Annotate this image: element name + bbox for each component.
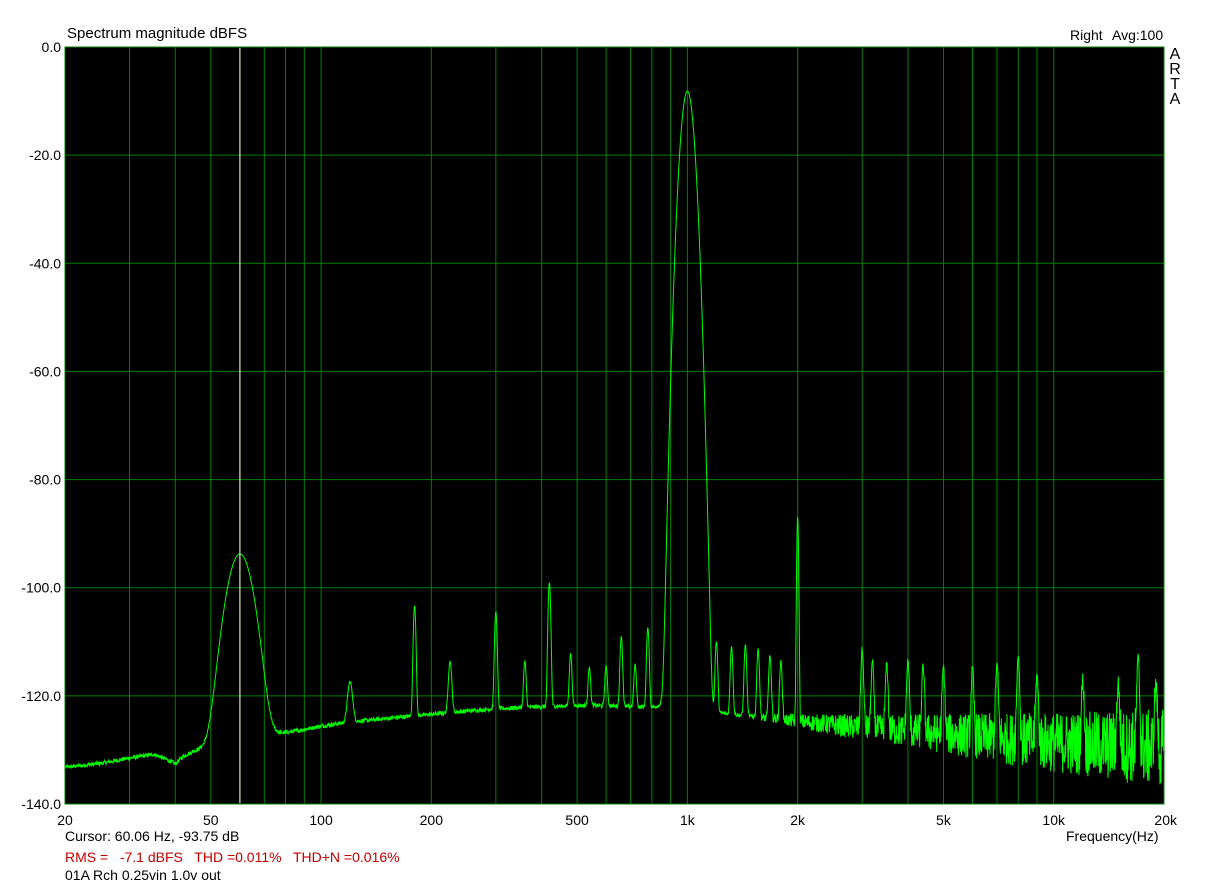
- x-tick-label: 50: [203, 812, 219, 828]
- measurement-note: 01A Rch 0.25vin 1.0v out: [65, 867, 221, 883]
- x-tick-label: 1k: [680, 812, 696, 828]
- y-tick-label: -120.0: [21, 688, 61, 704]
- y-tick-label: 0.0: [42, 39, 62, 55]
- y-tick-label: -20.0: [29, 147, 61, 163]
- channel-label: Right: [1070, 27, 1103, 43]
- y-tick-label: -80.0: [29, 472, 61, 488]
- x-axis-label: Frequency(Hz): [1066, 828, 1159, 844]
- cursor-readout: Cursor: 60.06 Hz, -93.75 dB: [65, 828, 240, 844]
- y-tick-label: -140.0: [21, 796, 61, 812]
- x-tick-label: 100: [309, 812, 333, 828]
- watermark-letter: A: [1169, 46, 1181, 63]
- x-tick-label: 200: [420, 812, 444, 828]
- averaging-label: Avg:100: [1112, 27, 1164, 43]
- plot-area: [65, 47, 1164, 804]
- rms-thd-readout: RMS = -7.1 dBFS THD =0.011% THD+N =0.016…: [65, 849, 400, 865]
- x-tick-label: 2k: [790, 812, 806, 828]
- arta-watermark: A R T A: [1168, 46, 1182, 108]
- x-tick-label: 10k: [1042, 812, 1066, 828]
- spectrum-chart: 0.0 -20.0 -40.0 -60.0 -80.0 -100.0 -120.0 -140.…: [21, 39, 1178, 828]
- x-tick-label: 500: [565, 812, 589, 828]
- watermark-letter: R: [1169, 61, 1181, 78]
- watermark-letter: T: [1170, 76, 1180, 93]
- y-tick-label: -40.0: [29, 255, 61, 271]
- y-tick-label: -100.0: [21, 580, 61, 596]
- chart-title: Spectrum magnitude dBFS: [67, 25, 248, 42]
- y-tick-labels: 0.0 -20.0 -40.0 -60.0 -80.0 -100.0 -120.0 -140.…: [21, 39, 61, 812]
- x-tick-label: 20: [57, 812, 73, 828]
- x-tick-label: 5k: [936, 812, 952, 828]
- watermark-letter: A: [1169, 91, 1181, 108]
- x-tick-labels: 20 50 100 200 500 1k 2k 5k 10k 20k: [57, 812, 1178, 828]
- x-tick-label: 20k: [1154, 812, 1178, 828]
- y-tick-label: -60.0: [29, 363, 61, 379]
